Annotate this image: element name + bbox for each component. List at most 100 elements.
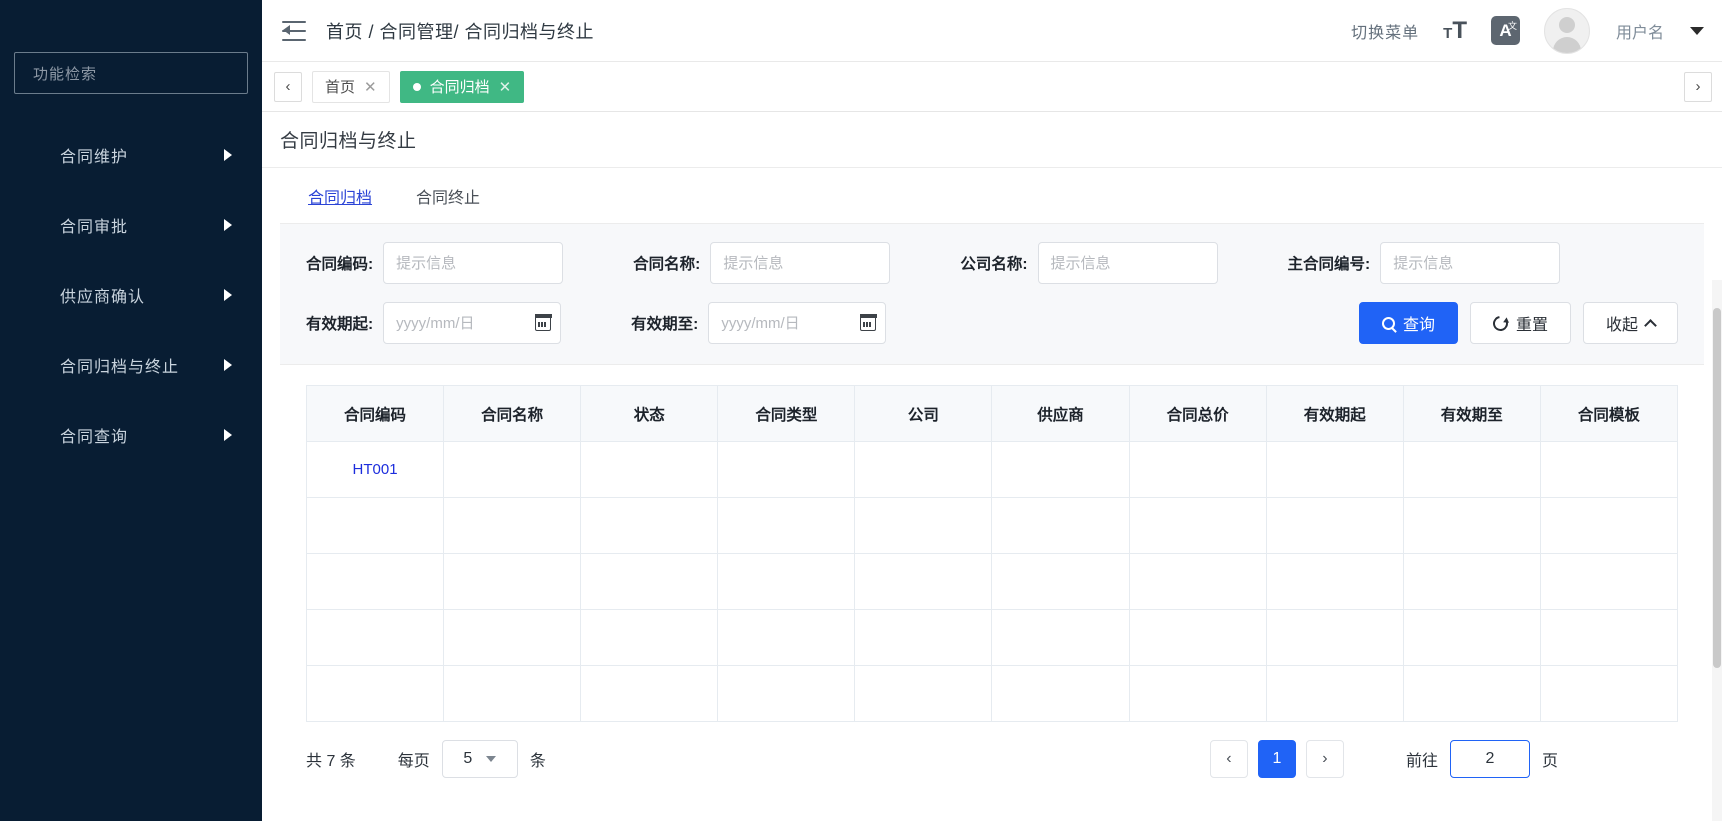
prev-page-button[interactable]: ‹: [1209, 740, 1248, 778]
chevron-right-icon: [224, 359, 232, 371]
cell-supplier: [991, 665, 1130, 722]
chevron-right-icon: [224, 289, 232, 301]
contracts-table-wrap: 合同编码 合同名称 状态 合同类型 公司 供应商 合同总价 有效期起 有效期至 …: [280, 365, 1704, 722]
sidebar-search-input[interactable]: 功能检索: [14, 52, 248, 94]
scrollbar-thumb[interactable]: [1713, 308, 1721, 668]
language-sup: 文: [1507, 21, 1517, 31]
field-label: 合同编码:: [306, 256, 374, 273]
vertical-scrollbar[interactable]: [1712, 280, 1722, 821]
avatar[interactable]: [1543, 7, 1590, 54]
query-button[interactable]: 查询: [1358, 302, 1458, 344]
search-icon: [1381, 316, 1395, 330]
cell-valid-from: [1265, 553, 1404, 610]
goto-page-input[interactable]: [1449, 740, 1530, 778]
subtab-contract-archive[interactable]: 合同归档: [308, 184, 372, 208]
sidebar-item-supplier-confirm[interactable]: 供应商确认: [0, 260, 262, 330]
cell-supplier: [991, 553, 1130, 610]
chevron-up-icon: [1644, 318, 1657, 332]
cell-contract-code: [305, 497, 445, 554]
switch-menu-button[interactable]: 切换菜单: [1351, 19, 1419, 43]
field-label: 公司名称:: [960, 256, 1028, 273]
contracts-table: 合同编码 合同名称 状态 合同类型 公司 供应商 合同总价 有效期起 有效期至 …: [305, 385, 1679, 722]
query-button-label: 查询: [1402, 317, 1435, 334]
column-header-total-price: 合同总价: [1128, 385, 1267, 442]
search-form-buttons: 查询 重置 收起: [1358, 302, 1678, 344]
contract-code-input[interactable]: [383, 242, 564, 284]
company-name-input[interactable]: [1037, 242, 1218, 284]
close-icon[interactable]: ✕: [499, 78, 512, 96]
tab-label: 首页: [325, 79, 356, 96]
next-page-button[interactable]: ›: [1305, 740, 1344, 778]
cell-contract-name: [443, 609, 582, 666]
menu-collapse-icon[interactable]: [282, 20, 308, 41]
field-company-name: 公司名称:: [960, 242, 1218, 284]
reset-button[interactable]: 重置: [1469, 302, 1571, 344]
table-row[interactable]: [305, 665, 1679, 722]
cell-template: [1539, 553, 1679, 610]
tab-contract-archive[interactable]: 合同归档 ✕: [399, 70, 525, 103]
tab-scroll-next-button[interactable]: ›: [1684, 71, 1712, 102]
cell-contract-code: HT001: [305, 441, 445, 498]
cell-company: [854, 665, 993, 722]
page-number-1-button[interactable]: 1: [1257, 740, 1296, 778]
column-header-template: 合同模板: [1539, 385, 1679, 442]
field-label: 有效期起:: [306, 316, 374, 333]
cell-status: [580, 665, 719, 722]
collapse-button-label: 收起: [1605, 317, 1638, 334]
cell-supplier: [991, 497, 1130, 554]
cell-valid-to: [1402, 553, 1541, 610]
cell-company: [854, 609, 993, 666]
goto-unit: 页: [1541, 753, 1558, 770]
username-label: 用户名: [1615, 24, 1664, 42]
cell-contract-code: [305, 609, 445, 666]
cell-total-price: [1128, 553, 1267, 610]
language-icon[interactable]: A 文: [1490, 16, 1520, 45]
close-icon[interactable]: ✕: [364, 78, 377, 96]
master-contract-no-input[interactable]: [1380, 242, 1561, 284]
table-row[interactable]: HT001: [305, 441, 1679, 498]
table-header-row: 合同编码 合同名称 状态 合同类型 公司 供应商 合同总价 有效期起 有效期至 …: [305, 385, 1679, 442]
valid-from-date-input[interactable]: [383, 302, 562, 344]
field-valid-from: 有效期起:: [306, 302, 562, 344]
cell-status: [580, 497, 719, 554]
chevron-right-icon: [224, 219, 232, 231]
sidebar-item-contract-query[interactable]: 合同查询: [0, 400, 262, 470]
search-form-row-1: 合同编码: 合同名称: 公司名称: 主合同编号:: [306, 242, 1678, 284]
table-row[interactable]: [305, 497, 1679, 554]
tab-home[interactable]: 首页 ✕: [312, 70, 390, 103]
font-size-icon[interactable]: TT: [1443, 18, 1467, 42]
cell-contract-type: [717, 553, 856, 610]
cell-status: [580, 609, 719, 666]
sidebar-item-contract-maintenance[interactable]: 合同维护: [0, 120, 262, 190]
column-header-contract-type: 合同类型: [717, 385, 856, 442]
per-page-unit: 条: [529, 753, 546, 770]
table-row[interactable]: [305, 553, 1679, 610]
sidebar-item-label: 合同归档与终止: [60, 359, 180, 376]
cell-valid-to: [1402, 441, 1541, 498]
pagination: 共 7 条 每页 5 条 ‹ 1 › 前往 页: [280, 722, 1704, 778]
breadcrumb: 首页 / 合同管理/ 合同归档与终止: [326, 21, 595, 42]
table-row[interactable]: [305, 609, 1679, 666]
per-page-label: 每页: [397, 753, 430, 770]
tabbar: ‹ 首页 ✕ 合同归档 ✕ ›: [262, 62, 1722, 112]
sidebar-item-label: 合同维护: [60, 149, 129, 166]
chevron-right-icon: [224, 149, 232, 161]
sidebar-item-contract-approval[interactable]: 合同审批: [0, 190, 262, 260]
subtab-contract-terminate[interactable]: 合同终止: [416, 184, 480, 208]
cell-total-price: [1128, 497, 1267, 554]
column-header-contract-name: 合同名称: [443, 385, 582, 442]
cell-contract-code: [305, 553, 445, 610]
contract-code-link[interactable]: HT001: [353, 461, 398, 478]
subtabs: 合同归档 合同终止: [280, 168, 1704, 224]
valid-to-date-input[interactable]: [708, 302, 887, 344]
column-header-status: 状态: [580, 385, 719, 442]
field-label: 合同名称:: [633, 256, 701, 273]
contract-name-input[interactable]: [710, 242, 891, 284]
sidebar-item-label: 合同审批: [60, 219, 129, 236]
chevron-down-icon[interactable]: [1690, 26, 1704, 35]
per-page-select[interactable]: 5: [441, 740, 518, 778]
topbar: 首页 / 合同管理/ 合同归档与终止 切换菜单 TT A 文 用户名: [262, 0, 1722, 62]
tab-scroll-prev-button[interactable]: ‹: [274, 71, 302, 102]
sidebar-item-archive-terminate[interactable]: 合同归档与终止: [0, 330, 262, 400]
collapse-filters-button[interactable]: 收起: [1582, 302, 1678, 344]
